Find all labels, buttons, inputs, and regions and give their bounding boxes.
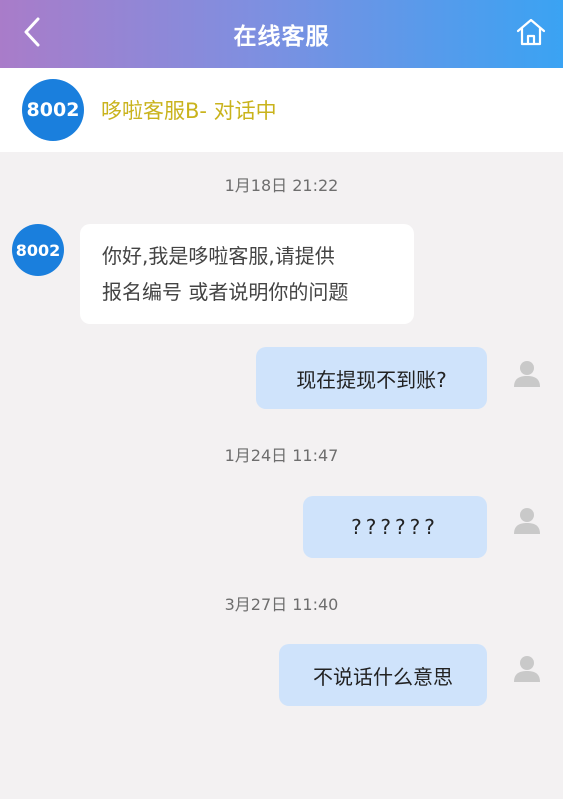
timestamp: 1月24日 11:47: [224, 446, 339, 465]
agent-message-bubble: 你好,我是哆啦客服,请提供 报名编号 或者说明你的问题: [80, 224, 414, 324]
user-message-bubble: ??????: [303, 496, 487, 558]
user-icon: [514, 508, 540, 534]
user-avatar: [503, 496, 551, 544]
home-icon: [516, 18, 546, 46]
agent-status-bar: 8002 哆啦客服B- 对话中: [0, 68, 563, 152]
user-icon: [514, 656, 540, 682]
agent-status-text: 哆啦客服B- 对话中: [101, 99, 277, 123]
home-button[interactable]: [511, 12, 551, 52]
message-line: 你好,我是哆啦客服,请提供: [102, 244, 335, 268]
top-navigation-bar: 在线客服: [0, 0, 563, 68]
user-message-bubble: 现在提现不到账?: [256, 347, 487, 409]
user-message-bubble: 不说话什么意思: [279, 644, 487, 706]
user-avatar: [503, 644, 551, 692]
user-icon: [514, 361, 540, 387]
back-button[interactable]: [14, 12, 50, 52]
message-line: 报名编号 或者说明你的问题: [102, 280, 349, 304]
agent-avatar: 8002: [22, 79, 84, 141]
timestamp: 1月18日 21:22: [224, 176, 339, 195]
agent-message-avatar: 8002: [12, 224, 64, 276]
user-avatar: [503, 349, 551, 397]
page-title: 在线客服: [233, 24, 330, 50]
timestamp: 3月27日 11:40: [224, 595, 339, 614]
chevron-left-icon: [24, 17, 40, 47]
